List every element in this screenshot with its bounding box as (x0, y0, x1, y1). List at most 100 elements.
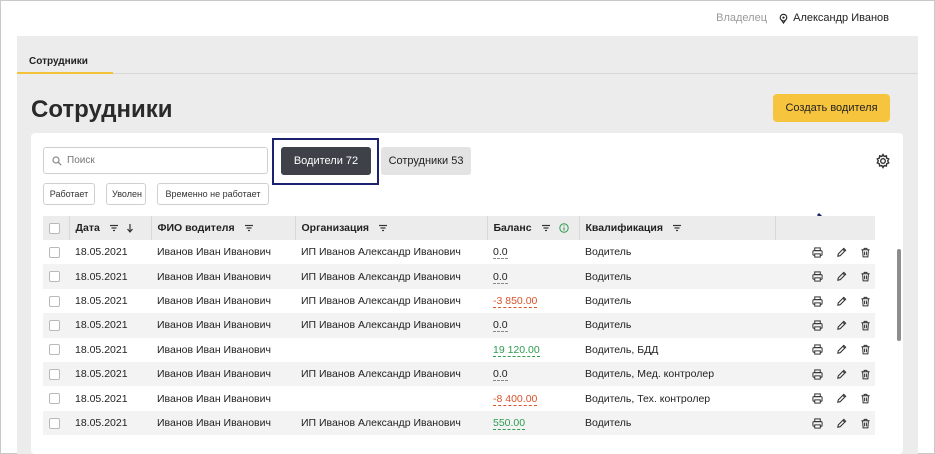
table-row[interactable]: 18.05.2021 Иванов Иван Иванович ИП Ивано… (43, 410, 875, 436)
cell-date: 18.05.2021 (69, 264, 151, 289)
pencil-icon[interactable] (836, 369, 847, 380)
row-actions (775, 410, 875, 436)
pencil-icon[interactable] (836, 418, 847, 429)
cell-organization (295, 386, 487, 410)
row-checkbox[interactable] (49, 295, 60, 307)
cell-qualification: Водитель (579, 313, 775, 338)
cell-date: 18.05.2021 (69, 361, 151, 387)
cell-date: 18.05.2021 (75, 294, 128, 307)
cell-balance[interactable]: 550.00 (493, 416, 526, 430)
table-row[interactable]: 18.05.2021 Иванов Иван Иванович ИП Ивано… (43, 289, 875, 313)
cell-balance[interactable]: 19 120.00 (493, 343, 540, 357)
sort-down-icon[interactable] (125, 223, 135, 234)
printer-icon[interactable] (812, 344, 823, 356)
table-row[interactable]: 18.05.2021 Иванов Иван Иванович ИП Ивано… (43, 264, 875, 289)
info-icon[interactable] (559, 223, 570, 233)
row-checkbox[interactable] (49, 393, 60, 405)
filter-icon[interactable] (672, 223, 682, 233)
filter-fired[interactable]: Уволен (106, 183, 146, 205)
printer-icon[interactable] (812, 296, 823, 307)
pencil-icon[interactable] (836, 296, 847, 307)
search-input[interactable] (67, 155, 247, 166)
trash-icon[interactable] (860, 296, 871, 307)
printer-icon[interactable] (812, 369, 823, 380)
trash-icon[interactable] (860, 418, 871, 429)
filter-working[interactable]: Работает (43, 183, 95, 205)
column-organization[interactable]: Организация (295, 216, 488, 240)
user-menu[interactable]: Александр Иванов (778, 12, 889, 24)
cell-balance[interactable]: -8 400.00 (493, 392, 538, 406)
printer-icon[interactable] (812, 418, 823, 429)
cell-balance[interactable]: -3 850.00 (493, 294, 538, 308)
cell-organization (295, 338, 487, 362)
row-actions (775, 386, 875, 410)
column-balance[interactable]: Баланс (487, 216, 580, 240)
gear-icon[interactable] (875, 153, 891, 169)
tab-employees[interactable]: Сотрудники (29, 56, 88, 73)
pencil-icon[interactable] (836, 393, 847, 404)
pencil-icon[interactable] (836, 344, 847, 355)
printer-icon[interactable] (812, 271, 823, 282)
cell-organization: ИП Иванов Александр Иванович (295, 313, 487, 338)
select-all-checkbox[interactable] (49, 222, 60, 234)
column-qualification[interactable]: Квалификация (579, 216, 776, 240)
filter-icon[interactable] (244, 223, 254, 233)
table-header-row: Дата ФИО водителя Организация Баланс Ква… (43, 216, 875, 240)
row-checkbox[interactable] (49, 344, 60, 356)
cell-driver-name: Иванов Иван Иванович (157, 343, 271, 356)
cell-balance[interactable]: 0.0 (493, 246, 508, 260)
trash-icon[interactable] (860, 344, 871, 355)
search-box[interactable] (43, 147, 268, 174)
filter-icon[interactable] (541, 223, 551, 233)
cell-balance[interactable]: 0.0 (493, 270, 508, 284)
cell-balance[interactable]: 0.0 (493, 368, 508, 382)
cell-qualification: Водитель (585, 246, 632, 259)
top-bar: Владелец Александр Иванов (0, 0, 935, 36)
pencil-icon[interactable] (836, 320, 847, 331)
table-row[interactable]: 18.05.2021 Иванов Иван Иванович ИП Ивано… (43, 240, 875, 264)
trash-icon[interactable] (860, 247, 871, 258)
row-checkbox[interactable] (49, 368, 60, 380)
create-driver-button[interactable]: Создать водителя (773, 94, 890, 122)
cell-balance[interactable]: 0.0 (493, 319, 508, 333)
cell-driver-name: Иванов Иван Иванович (151, 264, 295, 289)
trash-icon[interactable] (860, 320, 871, 331)
printer-icon[interactable] (812, 247, 823, 258)
segment-staff[interactable]: Сотрудники 53 (381, 147, 471, 175)
cell-qualification: Водитель, БДД (585, 343, 659, 356)
pencil-icon[interactable] (836, 247, 847, 258)
employees-table: Дата ФИО водителя Организация Баланс Ква… (43, 216, 875, 436)
user-name: Александр Иванов (793, 12, 889, 24)
cell-driver-name: Иванов Иван Иванович (151, 410, 295, 436)
table-row[interactable]: 18.05.2021 Иванов Иван Иванович 19 120.0… (43, 338, 875, 362)
row-checkbox[interactable] (49, 417, 60, 429)
table-row[interactable]: 18.05.2021 Иванов Иван Иванович ИП Ивано… (43, 361, 875, 387)
filter-temporarily-inactive[interactable]: Временно не работает (157, 183, 269, 205)
printer-icon[interactable] (812, 393, 823, 404)
trash-icon[interactable] (860, 369, 871, 380)
printer-icon[interactable] (812, 320, 823, 331)
row-actions (775, 313, 875, 338)
trash-icon[interactable] (860, 393, 871, 404)
column-driver-name[interactable]: ФИО водителя (151, 216, 296, 240)
user-role: Владелец (716, 12, 767, 24)
cell-driver-name: Иванов Иван Иванович (151, 313, 295, 338)
trash-icon[interactable] (860, 271, 871, 282)
segment-drivers[interactable]: Водители 72 (281, 147, 371, 175)
pencil-icon[interactable] (836, 271, 847, 282)
table-scrollbar[interactable] (897, 249, 901, 341)
row-checkbox[interactable] (49, 320, 60, 332)
table-row[interactable]: 18.05.2021 Иванов Иван Иванович -8 400.0… (43, 386, 875, 410)
filter-icon[interactable] (109, 223, 119, 233)
table-row[interactable]: 18.05.2021 Иванов Иван Иванович ИП Ивано… (43, 313, 875, 338)
cell-date: 18.05.2021 (69, 313, 151, 338)
filter-icon[interactable] (378, 223, 388, 233)
column-date[interactable]: Дата (69, 216, 152, 240)
cell-organization: ИП Иванов Александр Иванович (295, 264, 487, 289)
cell-driver-name: Иванов Иван Иванович (157, 294, 271, 307)
row-checkbox[interactable] (49, 246, 60, 258)
location-pin-icon (779, 13, 788, 24)
page-tabs: Сотрудники (17, 52, 918, 74)
row-checkbox[interactable] (49, 271, 60, 283)
cell-organization: ИП Иванов Александр Иванович (295, 410, 487, 436)
